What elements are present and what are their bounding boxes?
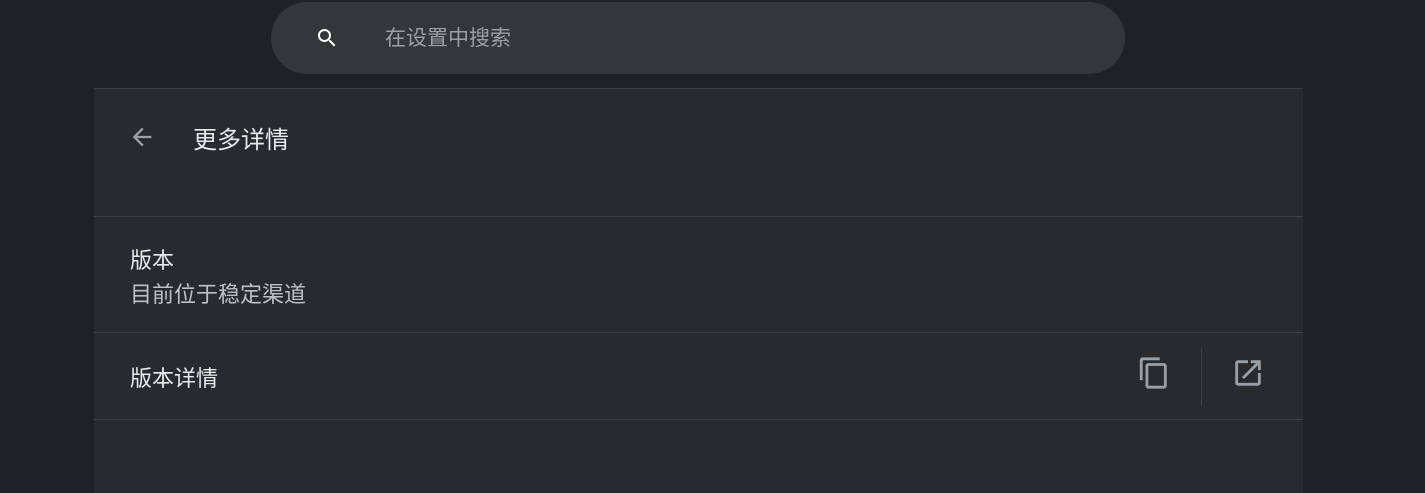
open-in-new-icon	[1231, 356, 1265, 394]
version-row: 版本 目前位于稳定渠道	[94, 217, 1303, 333]
vertical-divider	[1201, 348, 1202, 405]
page-title: 更多详情	[193, 126, 289, 154]
settings-toolbar	[0, 0, 1425, 88]
back-button[interactable]	[126, 123, 158, 155]
search-icon[interactable]	[315, 26, 339, 50]
copy-icon	[1137, 355, 1171, 395]
search-box[interactable]	[271, 2, 1125, 74]
version-details-row: 版本详情	[94, 333, 1303, 420]
version-label: 版本	[130, 249, 175, 274]
search-input[interactable]	[385, 18, 1085, 58]
copy-version-button[interactable]	[1134, 355, 1174, 395]
settings-card: 更多详情 版本 目前位于稳定渠道 版本详情	[94, 88, 1303, 493]
subpage-header: 更多详情	[94, 89, 1303, 217]
open-version-details-button[interactable]	[1228, 355, 1268, 395]
arrow-back-icon	[128, 123, 156, 155]
version-details-label: 版本详情	[130, 367, 219, 392]
channel-status-text: 目前位于稳定渠道	[130, 283, 307, 308]
